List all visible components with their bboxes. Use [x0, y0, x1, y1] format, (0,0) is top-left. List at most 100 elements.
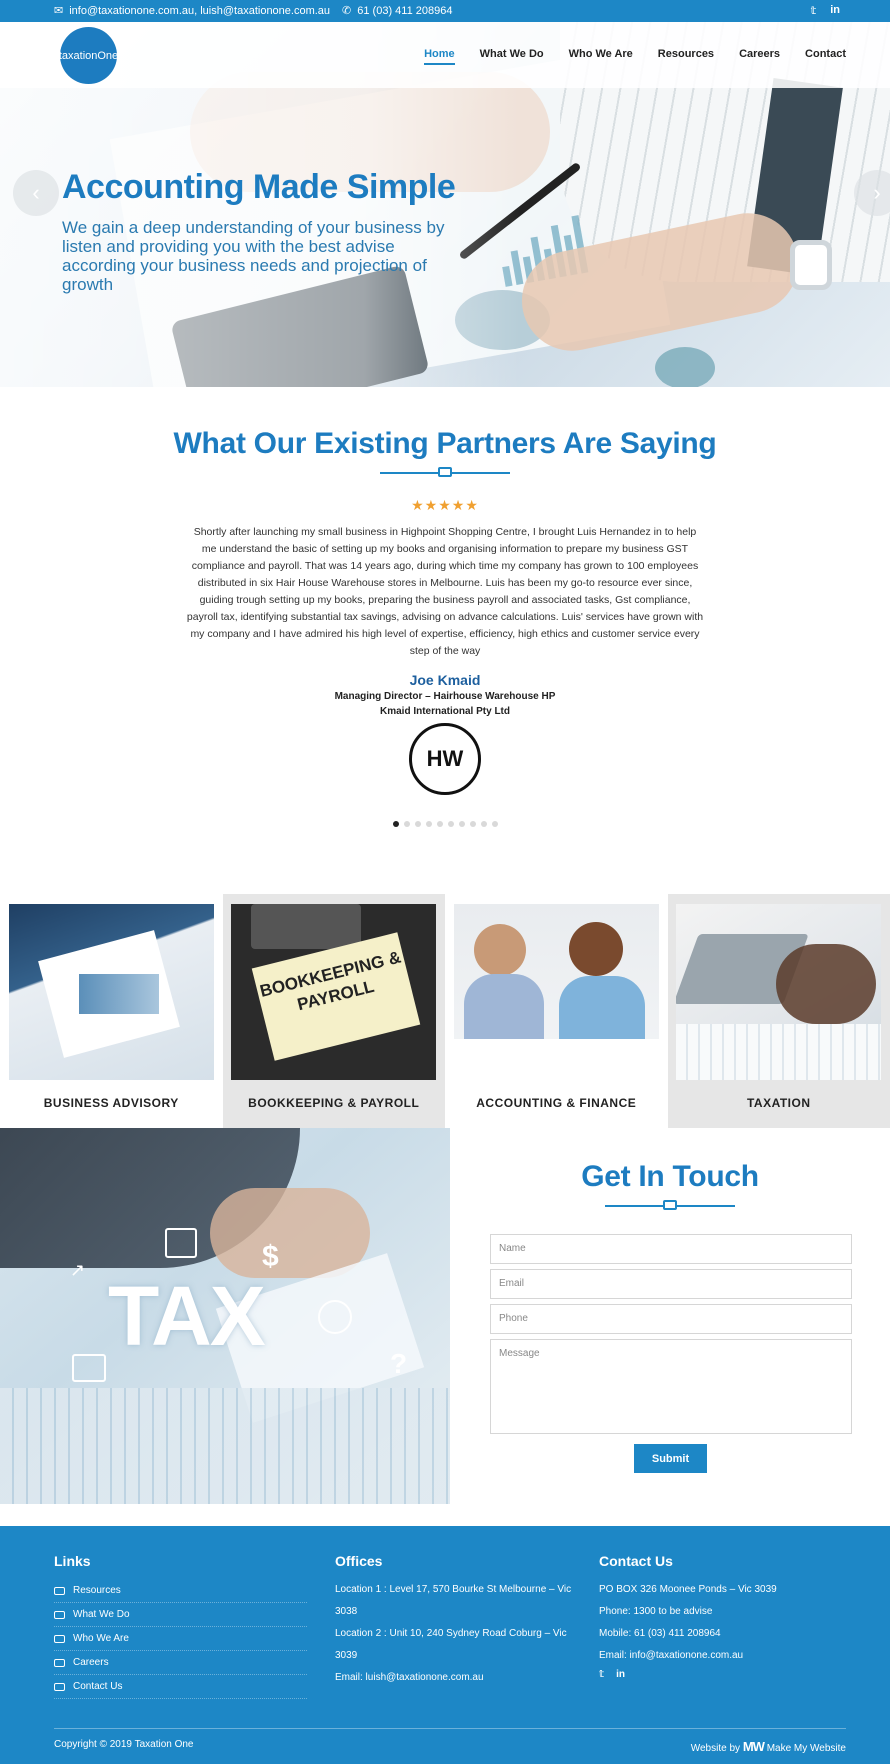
footer-link-label[interactable]: Careers: [73, 1651, 109, 1675]
name-field[interactable]: Name: [490, 1234, 852, 1264]
linkedin-icon[interactable]: in: [830, 4, 840, 17]
money-icon: [54, 1610, 65, 1619]
footer-link-contact-us[interactable]: Contact Us: [54, 1675, 307, 1699]
contact-section: $ ? ↗ TAX Get In Touch Name Email Phone …: [0, 1128, 890, 1526]
testimonial-quote: Shortly after launching my small busines…: [186, 526, 704, 657]
slider-dot[interactable]: [447, 821, 454, 827]
section-divider: [380, 467, 510, 477]
slider-dot[interactable]: [469, 821, 476, 827]
tax-image-text: TAX: [108, 1269, 266, 1363]
footer-offices: Offices Location 1 : Level 17, 570 Bourk…: [335, 1553, 575, 1689]
service-image: BOOKKEEPING & PAYROLL: [231, 904, 437, 1080]
website-credit[interactable]: Website by MW Make My Website: [691, 1739, 846, 1754]
hero-title: Accounting Made Simple: [62, 168, 456, 206]
twitter-icon[interactable]: 𝕥: [599, 1669, 604, 1680]
bookkeeping-image-text: BOOKKEEPING & PAYROLL: [251, 932, 421, 1061]
nav-what-we-do[interactable]: What We Do: [480, 48, 544, 65]
testimonial-name: Joe Kmaid: [409, 672, 481, 688]
phone-field[interactable]: Phone: [490, 1304, 852, 1334]
service-card-taxation[interactable]: TAXATION: [667, 894, 890, 1128]
services-row: BUSINESS ADVISORY BOOKKEEPING & PAYROLL …: [0, 894, 890, 1128]
contact-phone: Phone: 1300 to be advise: [599, 1606, 713, 1617]
office-location-1: Location 1 : Level 17, 570 Bourke St Mel…: [335, 1584, 572, 1617]
copyright: Copyright © 2019 Taxation One: [54, 1739, 194, 1750]
service-image: [453, 904, 659, 1080]
service-card-business-advisory[interactable]: BUSINESS ADVISORY: [0, 894, 223, 1128]
money-icon: [54, 1658, 65, 1667]
nav-who-we-are[interactable]: Who We Are: [569, 48, 633, 65]
clock-icon: [318, 1300, 352, 1334]
contact-mobile[interactable]: Mobile: 61 (03) 411 208964: [599, 1623, 849, 1645]
slider-dot[interactable]: [392, 821, 399, 827]
top-emails[interactable]: info@taxationone.com.au, luish@taxationo…: [69, 5, 330, 17]
email-field[interactable]: Email: [490, 1269, 852, 1299]
slider-prev-button[interactable]: ‹: [13, 170, 59, 216]
testimonials-heading: What Our Existing Partners Are Saying: [173, 427, 717, 460]
footer-link-what-we-do[interactable]: What We Do: [54, 1603, 307, 1627]
calendar-icon: [165, 1228, 197, 1258]
footer-contact: Contact Us PO BOX 326 Moonee Ponds – Vic…: [599, 1553, 849, 1680]
slider-dot[interactable]: [491, 821, 498, 827]
service-label: BUSINESS ADVISORY: [43, 1096, 179, 1110]
service-image: [676, 904, 882, 1080]
service-card-bookkeeping-payroll[interactable]: BOOKKEEPING & PAYROLL BOOKKEEPING & PAYR…: [222, 894, 445, 1128]
testimonials-section: What Our Existing Partners Are Saying ★★…: [0, 387, 890, 894]
message-field[interactable]: Message: [490, 1339, 852, 1434]
footer-links-title: Links: [54, 1553, 91, 1569]
office-email[interactable]: Email: luish@taxationone.com.au: [335, 1667, 575, 1689]
main-nav: Home What We Do Who We Are Resources Car…: [424, 48, 846, 65]
nav-careers[interactable]: Careers: [739, 48, 780, 65]
testimonial-company: Kmaid International Pty Ltd: [379, 706, 510, 717]
footer-link-careers[interactable]: Careers: [54, 1651, 307, 1675]
service-card-accounting-finance[interactable]: ACCOUNTING & FINANCE: [445, 894, 668, 1128]
contact-form: Get In Touch Name Email Phone Message Su…: [450, 1128, 890, 1526]
contact-email[interactable]: Email: info@taxationone.com.au: [599, 1645, 849, 1667]
slider-dot[interactable]: [458, 821, 465, 827]
slider-dot[interactable]: [414, 821, 421, 827]
hero-subtitle: We gain a deep understanding of your bus…: [62, 218, 445, 294]
slider-dot[interactable]: [436, 821, 443, 827]
top-bar: ✉ info@taxationone.com.au, luish@taxatio…: [0, 0, 890, 22]
bar-chart-icon: [72, 1354, 106, 1382]
section-divider: [605, 1200, 735, 1210]
service-image: [8, 904, 214, 1080]
service-label: ACCOUNTING & FINANCE: [476, 1096, 637, 1110]
slider-dot[interactable]: [403, 821, 410, 827]
footer-links: Links Resources What We Do Who We Are Ca…: [54, 1553, 307, 1699]
nav-resources[interactable]: Resources: [658, 48, 714, 65]
footer-link-label[interactable]: Contact Us: [73, 1675, 122, 1699]
top-phone[interactable]: 61 (03) 411 208964: [357, 5, 452, 17]
twitter-icon[interactable]: 𝕥: [811, 4, 817, 17]
credit-brand[interactable]: Make My Website: [767, 1743, 846, 1754]
mmw-logo-icon: MW: [742, 1739, 765, 1754]
top-contact: ✉ info@taxationone.com.au, luish@taxatio…: [54, 4, 452, 18]
footer-link-who-we-are[interactable]: Who We Are: [54, 1627, 307, 1651]
site-footer: Links Resources What We Do Who We Are Ca…: [0, 1526, 890, 1764]
logo[interactable]: taxationOne: [59, 27, 118, 84]
site-header: taxationOne Home What We Do Who We Are R…: [0, 22, 890, 88]
service-label: BOOKKEEPING & PAYROLL: [248, 1096, 420, 1110]
footer-link-label[interactable]: What We Do: [73, 1603, 130, 1627]
client-logo: HW: [409, 723, 481, 795]
testimonial-role: Managing Director – Hairhouse Warehouse …: [334, 691, 556, 702]
footer-offices-title: Offices: [335, 1553, 383, 1569]
footer-contact-title: Contact Us: [599, 1553, 673, 1569]
slider-dot[interactable]: [480, 821, 487, 827]
nav-contact[interactable]: Contact: [805, 48, 846, 65]
top-social: 𝕥 in: [811, 4, 840, 17]
footer-link-resources[interactable]: Resources: [54, 1579, 307, 1603]
linkedin-icon[interactable]: in: [616, 1669, 625, 1680]
rating-stars: ★★★★★: [411, 497, 479, 513]
nav-home[interactable]: Home: [424, 48, 455, 65]
question-icon: ?: [390, 1348, 408, 1379]
footer-social: 𝕥 in: [599, 1669, 849, 1680]
phone-icon: ✆: [342, 5, 352, 17]
mail-icon: ✉: [54, 5, 64, 17]
money-icon: [54, 1586, 65, 1595]
submit-button[interactable]: Submit: [634, 1444, 707, 1473]
money-icon: [54, 1634, 65, 1643]
footer-link-label[interactable]: Who We Are: [73, 1627, 129, 1651]
tax-image: $ ? ↗ TAX: [0, 1128, 450, 1504]
slider-dot[interactable]: [425, 821, 432, 827]
footer-link-label[interactable]: Resources: [73, 1579, 121, 1603]
